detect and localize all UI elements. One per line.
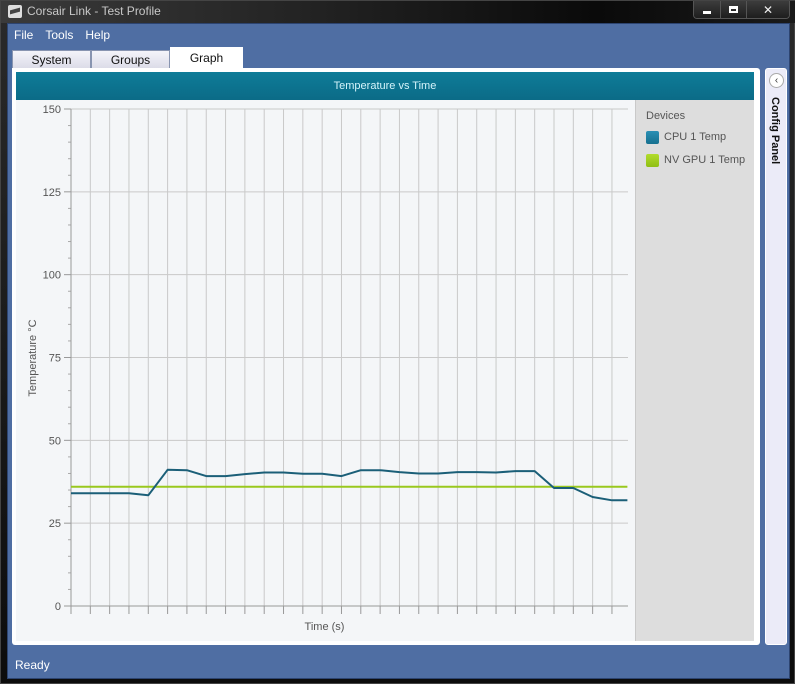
chart-title: Temperature vs Time (16, 72, 754, 100)
y-tick-label: 0 (55, 601, 61, 613)
menu-help[interactable]: Help (79, 26, 116, 44)
config-panel-label[interactable]: Config Panel (769, 97, 781, 164)
menu-file[interactable]: File (8, 26, 39, 44)
maximize-icon (729, 6, 738, 13)
tab-system[interactable]: System (12, 50, 91, 68)
y-tick-label: 25 (49, 518, 61, 530)
y-tick-label: 100 (43, 270, 61, 282)
legend-swatch-gpu (646, 153, 659, 167)
legend-swatch-cpu (646, 130, 659, 144)
x-axis-label: Time (s) (305, 621, 345, 633)
temperature-chart: 0 25 50 75 100 125 150 Time (s) Temperature °C (27, 104, 628, 633)
legend-item-gpu[interactable]: NV GPU 1 Temp (646, 153, 745, 167)
y-tick-label: 75 (49, 353, 61, 365)
status-text: Ready (15, 658, 50, 672)
corsair-logo-icon (8, 5, 22, 18)
y-tick-label: 150 (43, 104, 61, 116)
legend-item-cpu[interactable]: CPU 1 Temp (646, 130, 726, 144)
legend-title: Devices (646, 110, 686, 122)
tab-graph[interactable]: Graph (170, 47, 243, 68)
y-axis-label: Temperature °C (27, 319, 39, 396)
maximize-button[interactable] (720, 1, 746, 18)
y-tick-label: 50 (49, 435, 61, 447)
title-bar[interactable]: Corsair Link - Test Profile ✕ (1, 1, 795, 23)
chart-plot-area: 0 25 50 75 100 125 150 Time (s) Temperature °C (16, 100, 635, 641)
graph-panel: Temperature vs Time 0 25 50 75 100 125 150 Time… (12, 68, 760, 645)
legend-label-cpu: CPU 1 Temp (664, 131, 727, 143)
minimize-icon (703, 11, 711, 14)
config-panel[interactable]: ‹ Config Panel (765, 68, 787, 645)
close-icon: ✕ (762, 2, 774, 17)
menu-bar: File Tools Help (8, 26, 116, 44)
legend-label-gpu: NV GPU 1 Temp (664, 154, 746, 166)
client-area: File Tools Help System Groups Graph Temp… (7, 23, 790, 679)
status-bar: Ready (8, 652, 789, 678)
series-line-cpu (71, 468, 628, 502)
app-window: Corsair Link - Test Profile ✕ File Tools… (0, 0, 795, 684)
collapse-chevron-icon[interactable]: ‹ (769, 73, 784, 88)
tab-groups[interactable]: Groups (91, 50, 170, 68)
menu-tools[interactable]: Tools (39, 26, 79, 44)
minimize-button[interactable] (694, 1, 720, 18)
window-controls: ✕ (693, 1, 790, 19)
tab-strip: System Groups Graph (12, 47, 243, 68)
legend-panel: Devices CPU 1 Temp NV GPU 1 Temp (635, 100, 754, 641)
close-button[interactable]: ✕ (746, 1, 789, 18)
y-tick-label: 125 (43, 187, 61, 199)
window-title: Corsair Link - Test Profile (27, 4, 161, 18)
